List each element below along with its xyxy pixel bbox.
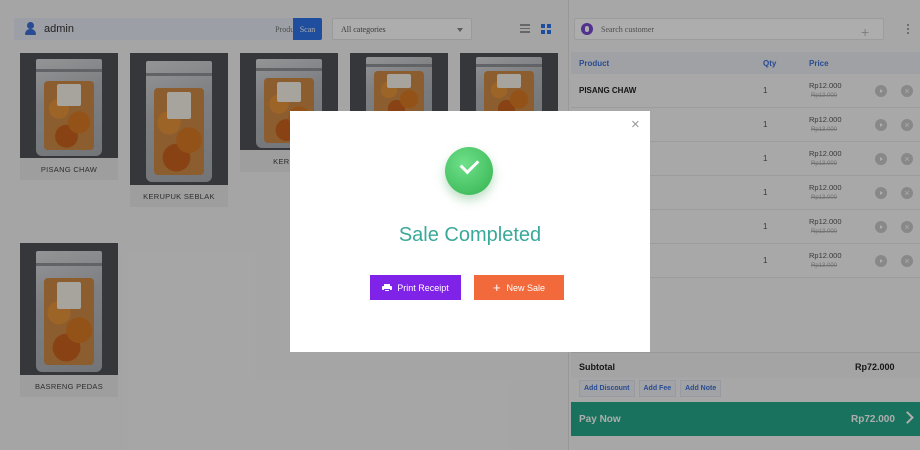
sale-completed-dialog: × Sale Completed Print Receipt + New Sal… bbox=[290, 111, 650, 352]
plus-icon: + bbox=[492, 280, 501, 295]
dialog-title: Sale Completed bbox=[398, 224, 542, 246]
printer-icon bbox=[382, 283, 393, 292]
new-sale-button[interactable]: + New Sale bbox=[474, 275, 564, 300]
print-receipt-label: Print Receipt bbox=[397, 282, 449, 293]
new-sale-label: New Sale bbox=[506, 282, 546, 293]
print-receipt-button[interactable]: Print Receipt bbox=[370, 275, 461, 300]
success-check-icon bbox=[445, 147, 493, 195]
close-icon[interactable]: × bbox=[631, 117, 640, 132]
